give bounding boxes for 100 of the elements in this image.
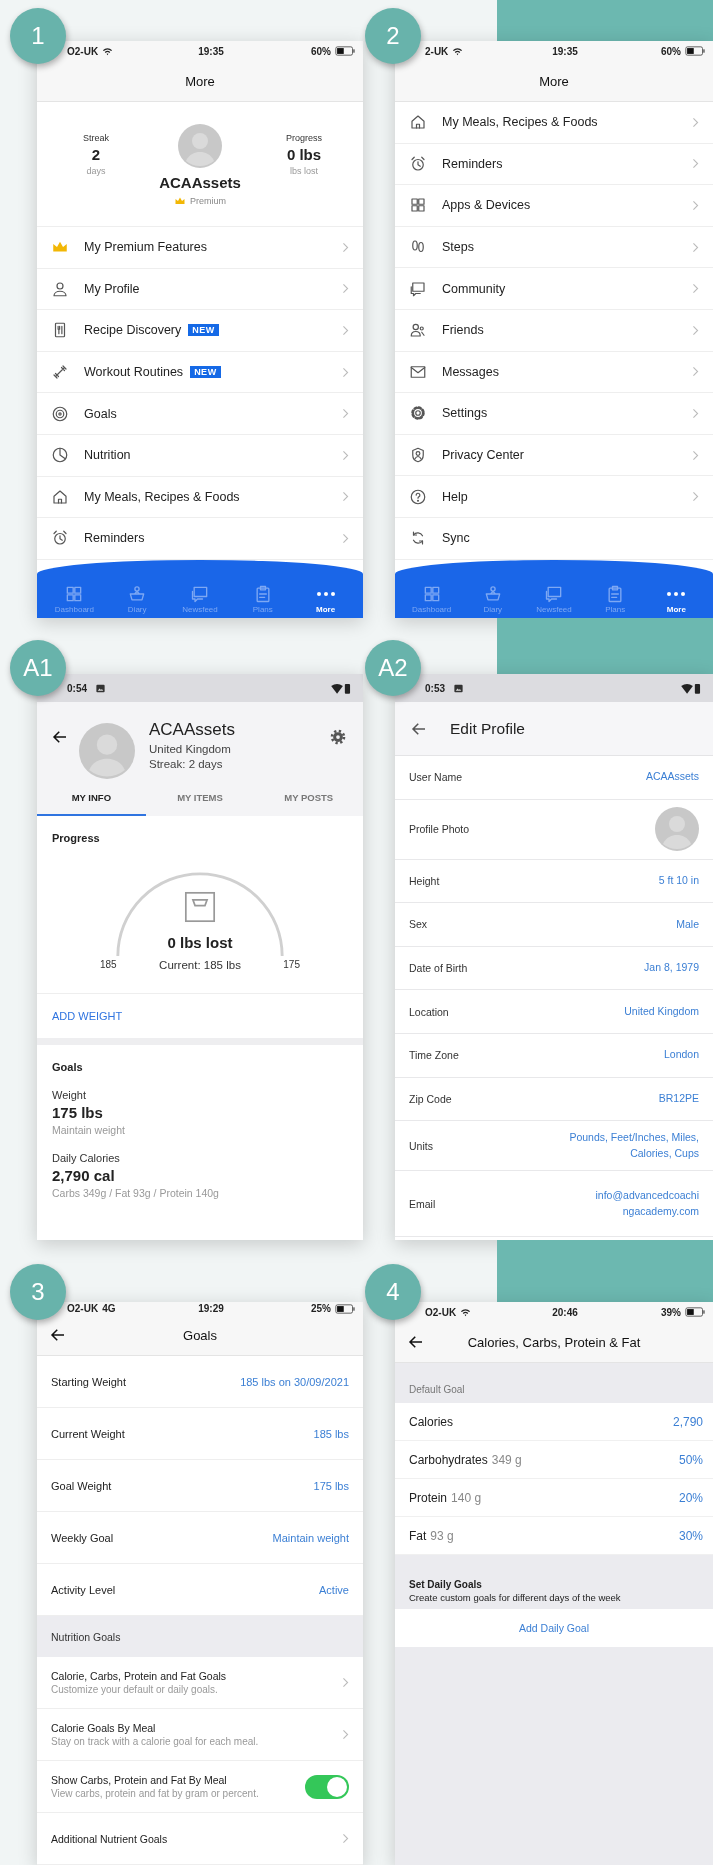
section-title: Progress bbox=[52, 832, 100, 844]
status-time: 19:35 bbox=[198, 45, 224, 57]
back-arrow-icon[interactable] bbox=[407, 1333, 425, 1351]
chevron-right-icon bbox=[342, 1729, 349, 1740]
menu-item[interactable]: Workout Routines NEW bbox=[37, 351, 363, 394]
dots-icon bbox=[315, 591, 336, 597]
menu-item[interactable]: My Meals, Recipes & Foods bbox=[395, 102, 713, 144]
menu-item[interactable]: Help bbox=[395, 476, 713, 518]
profile-field-row[interactable]: Time Zone London bbox=[395, 1033, 713, 1078]
section-description: Create custom goals for different days of the week bbox=[409, 1592, 622, 1603]
profile-field-row[interactable]: Date of Birth Jan 8, 1979 bbox=[395, 946, 713, 991]
profile-field-row[interactable]: Units Pounds, Feet/Inches, Miles, Calories, Cups bbox=[395, 1121, 713, 1172]
status-time: 0:53 bbox=[425, 682, 445, 694]
macro-value: 30% bbox=[678, 1528, 703, 1543]
profile-tab[interactable]: MY ITEMS bbox=[145, 780, 255, 816]
profile-field-row[interactable]: User Name ACAAssets bbox=[395, 756, 713, 800]
profile-tab[interactable]: MY POSTS bbox=[254, 780, 363, 816]
alarm-clock-icon bbox=[409, 154, 427, 173]
menu-item[interactable]: Community bbox=[395, 268, 713, 310]
network-label: 4G bbox=[102, 1303, 116, 1314]
nutrition-goal-row[interactable]: Calorie, Carbs, Protein and Fat Goals Customize your default or daily goals. bbox=[37, 1657, 363, 1709]
streak-label: Streak bbox=[83, 133, 109, 143]
target-icon bbox=[51, 404, 69, 423]
back-arrow-icon[interactable] bbox=[51, 728, 69, 746]
menu-item[interactable]: Privacy Center bbox=[395, 434, 713, 477]
menu-item[interactable]: Friends bbox=[395, 309, 713, 352]
field-value: Male bbox=[676, 916, 699, 932]
carrier-label: O2-UK bbox=[67, 45, 99, 57]
wifi-icon bbox=[452, 45, 464, 57]
menu-item[interactable]: Reminders bbox=[395, 143, 713, 186]
tab-bar-item[interactable]: More bbox=[296, 584, 355, 614]
progress-label: Progress bbox=[285, 133, 322, 143]
profile-field-row[interactable]: Height 5 ft 10 in bbox=[395, 859, 713, 904]
tab-bar-item[interactable]: More bbox=[647, 584, 706, 614]
section-title: Set Daily Goals bbox=[409, 1579, 483, 1590]
streak-unit: days bbox=[86, 166, 106, 176]
menu-item[interactable]: Goals bbox=[37, 393, 363, 435]
macro-row[interactable]: Fat 93 g 30% bbox=[395, 1517, 713, 1555]
row-title: Show Carbs, Protein and Fat By Meal bbox=[51, 1774, 228, 1786]
progress-value: 0 lbs bbox=[286, 146, 322, 163]
menu-item[interactable]: Recipe Discovery NEW bbox=[37, 310, 363, 352]
step-badge: 4 bbox=[365, 1264, 421, 1320]
menu-item[interactable]: Steps bbox=[395, 226, 713, 269]
toggle-switch[interactable] bbox=[305, 1774, 349, 1799]
profile-field-row[interactable]: Location United Kingdom bbox=[395, 990, 713, 1034]
menu-label: Friends bbox=[442, 323, 484, 338]
row-subtitle: View carbs, protein and fat by gram or percent. bbox=[51, 1788, 259, 1799]
profile-field-row[interactable]: Email info@advancedcoachingacademy.com bbox=[395, 1171, 713, 1238]
start-weight: 185 bbox=[100, 959, 117, 971]
menu-item[interactable]: My Profile bbox=[37, 268, 363, 311]
menu-item[interactable]: Settings bbox=[395, 393, 713, 435]
menu-item[interactable]: My Meals, Recipes & Foods bbox=[37, 476, 363, 519]
settings-icon[interactable] bbox=[329, 728, 347, 746]
menu-label: Privacy Center bbox=[442, 448, 524, 463]
pie-chart-icon bbox=[51, 446, 69, 465]
step-badge: 3 bbox=[10, 1264, 66, 1320]
screen-title: Edit Profile bbox=[450, 719, 525, 738]
profile-field-row[interactable]: Zip Code BR12PE bbox=[395, 1077, 713, 1122]
profile-field-row[interactable]: Profile Photo bbox=[395, 799, 713, 860]
wifi-icon bbox=[102, 45, 114, 57]
field-label: Location bbox=[409, 1005, 449, 1018]
add-daily-goal-link[interactable]: Add Daily Goal bbox=[518, 1622, 589, 1634]
goal-row[interactable]: Weekly Goal Maintain weight bbox=[37, 1512, 363, 1564]
profile-tab[interactable]: MY INFO bbox=[37, 780, 146, 816]
battery-icon bbox=[685, 1307, 705, 1317]
back-arrow-icon[interactable] bbox=[49, 1326, 67, 1344]
nutrition-goal-row[interactable]: Calorie Goals By Meal Stay on track with a calorie goal for each meal. bbox=[37, 1709, 363, 1761]
macro-row[interactable]: Calories 2,790 bbox=[395, 1403, 713, 1441]
field-value: BR12PE bbox=[658, 1091, 699, 1106]
menu-label: Workout Routines bbox=[84, 365, 184, 380]
menu-item[interactable]: Apps & Devices bbox=[395, 185, 713, 227]
location-text: United Kingdom bbox=[149, 743, 232, 755]
battery-percent: 39% bbox=[661, 1306, 681, 1318]
menu-item[interactable]: Reminders bbox=[37, 518, 363, 560]
menu-item[interactable]: Sync bbox=[395, 517, 713, 560]
goal-row[interactable]: Goal Weight 175 lbs bbox=[37, 1460, 363, 1512]
macro-row[interactable]: Protein 140 g 20% bbox=[395, 1479, 713, 1517]
field-label: Sex bbox=[409, 918, 428, 931]
status-time: 19:35 bbox=[552, 45, 578, 57]
goal-value: Maintain weight bbox=[272, 1531, 349, 1544]
screen-title: More bbox=[539, 73, 569, 89]
row-title: Calorie, Carbs, Protein and Fat Goals bbox=[51, 1670, 227, 1682]
macro-label: Carbohydrates bbox=[409, 1452, 488, 1467]
profile-field-row[interactable]: Sex Male bbox=[395, 903, 713, 947]
field-label: Date of Birth bbox=[409, 962, 468, 975]
menu-label: Goals bbox=[84, 406, 117, 421]
goal-row[interactable]: Current Weight 185 lbs bbox=[37, 1408, 363, 1460]
carrier-label: 2-UK bbox=[425, 45, 449, 57]
macro-row[interactable]: Carbohydrates 349 g 50% bbox=[395, 1441, 713, 1479]
avatar-silhouette bbox=[655, 807, 699, 852]
macro-value: 2,790 bbox=[672, 1414, 703, 1429]
add-weight-link[interactable]: ADD WEIGHT bbox=[52, 1010, 123, 1022]
menu-item[interactable]: Messages bbox=[395, 351, 713, 394]
nutrition-goal-row[interactable]: Additional Nutrient Goals bbox=[37, 1813, 363, 1865]
goal-row[interactable]: Starting Weight 185 lbs on 30/09/2021 bbox=[37, 1356, 363, 1408]
field-value: Jan 8, 1979 bbox=[644, 960, 699, 976]
nutrition-goal-row[interactable]: Show Carbs, Protein and Fat By Meal View carbs, protein and fat by gram or percent. bbox=[37, 1761, 363, 1813]
menu-item[interactable]: Nutrition bbox=[37, 434, 363, 477]
field-value: 5 ft 10 in bbox=[658, 873, 699, 888]
menu-item[interactable]: My Premium Features bbox=[37, 227, 363, 269]
